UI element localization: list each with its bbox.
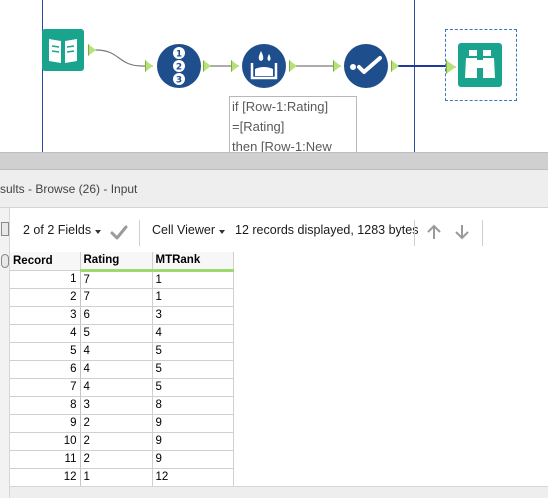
arrow-up-icon[interactable] [423, 221, 445, 243]
cell-mtrank[interactable]: 12 [152, 468, 234, 487]
checkmark-icon[interactable] [108, 221, 130, 243]
table-row[interactable]: 838 [10, 396, 234, 415]
cell-rating[interactable]: 2 [80, 414, 153, 433]
cell-record[interactable]: 10 [10, 432, 81, 451]
horizontal-scrollbar[interactable] [10, 486, 548, 498]
results-toolbar: 2 of 2 Fields Cell Viewer 12 records dis… [0, 208, 548, 254]
svg-text:1: 1 [176, 50, 182, 60]
table-row[interactable]: 645 [10, 360, 234, 379]
record-id-tool[interactable]: 1 2 3 [156, 43, 202, 89]
cell-rating[interactable]: 2 [80, 450, 153, 469]
table-row[interactable]: 545 [10, 342, 234, 361]
table-row[interactable]: 271 [10, 288, 234, 307]
cell-mtrank[interactable]: 9 [152, 414, 234, 433]
table-row[interactable]: 363 [10, 306, 234, 325]
table-row[interactable]: 10 2 9 [10, 432, 234, 451]
cell-rating[interactable]: 7 [80, 270, 153, 289]
cell-rating[interactable]: 1 [80, 468, 153, 487]
table-row[interactable]: 12 1 12 [10, 468, 234, 487]
multi-row-formula-icon [242, 44, 286, 88]
cell-mtrank[interactable]: 9 [152, 432, 234, 451]
table-row[interactable]: 454 [10, 324, 234, 343]
cell-mtrank[interactable]: 4 [152, 324, 234, 343]
annotation-line-3: then [Row-1:New [232, 139, 332, 152]
fields-dropdown-icon[interactable] [95, 230, 101, 234]
check-select-icon [344, 44, 388, 88]
records-status: 12 records displayed, 1283 bytes [235, 223, 419, 237]
cell-rating[interactable]: 6 [80, 306, 153, 325]
cell-record[interactable]: 8 [10, 396, 81, 415]
cell-rating[interactable]: 2 [80, 432, 153, 451]
cell-record[interactable]: 12 [10, 468, 81, 487]
cell-mtrank[interactable]: 9 [152, 450, 234, 469]
grid-body: 1 7 1 2 7 1 3 6 3 4 5 4 5 4 5 6 4 5 7 4 5 8 3 8 9 2 9 10 2 9 11 2 9 12 1 12 [10, 270, 234, 487]
results-side-strip [0, 208, 10, 498]
cell-mtrank[interactable]: 5 [152, 360, 234, 379]
pane-splitter[interactable] [0, 152, 548, 170]
cell-rating[interactable]: 7 [80, 288, 153, 307]
annotation-line-1: if [Row-1:Rating] [232, 99, 329, 114]
cell-record[interactable]: 4 [10, 324, 81, 343]
cell-viewer-selector[interactable]: Cell Viewer [152, 223, 215, 237]
cell-rating[interactable]: 3 [80, 396, 153, 415]
fields-selector[interactable]: 2 of 2 Fields [23, 223, 91, 237]
cell-record[interactable]: 2 [10, 288, 81, 307]
annotation-line-2: =[Rating] [232, 119, 285, 134]
side-refresh-icon[interactable] [1, 254, 9, 268]
cell-mtrank[interactable]: 5 [152, 342, 234, 361]
cell-record[interactable]: 7 [10, 378, 81, 397]
wire-input-to-recordid [95, 49, 152, 67]
table-row[interactable]: 929 [10, 414, 234, 433]
table-row[interactable]: 745 [10, 378, 234, 397]
cell-record[interactable]: 11 [10, 450, 81, 469]
results-title: sults - Browse (26) - Input [0, 182, 138, 196]
svg-text:3: 3 [176, 76, 182, 86]
multi-row-formula-tool[interactable] [241, 43, 287, 89]
book-input-icon [42, 29, 84, 71]
cell-record[interactable]: 5 [10, 342, 81, 361]
results-grid: Record Rating MTRank 1712713634545456457… [10, 252, 234, 487]
arrow-down-icon[interactable] [451, 221, 473, 243]
cell-viewer-dropdown-icon[interactable] [219, 230, 225, 234]
cell-record[interactable]: 6 [10, 360, 81, 379]
results-title-bar: sults - Browse (26) - Input [0, 170, 548, 208]
cell-rating[interactable]: 5 [80, 324, 153, 343]
toolbar-separator [139, 220, 140, 246]
column-header-mtrank[interactable]: MTRank [152, 252, 234, 272]
cell-record[interactable]: 3 [10, 306, 81, 325]
binoculars-icon [458, 43, 502, 87]
table-row[interactable]: 171 [10, 270, 234, 289]
cell-mtrank[interactable]: 3 [152, 306, 234, 325]
numbered-list-icon: 1 2 3 [157, 44, 201, 88]
toolbar-separator [414, 220, 415, 246]
cell-rating[interactable]: 4 [80, 378, 153, 397]
toolbar-separator [482, 220, 483, 246]
cell-record[interactable]: 1 [10, 270, 81, 289]
cell-rating[interactable]: 4 [80, 360, 153, 379]
formula-annotation: if [Row-1:Rating] =[Rating] then [Row-1:… [229, 96, 357, 152]
app-window: 1 2 3 if [Row-1:Rating] =[Rating] then [… [0, 0, 548, 498]
workflow-canvas[interactable]: 1 2 3 if [Row-1:Rating] =[Rating] then [… [0, 0, 548, 152]
column-header-rating[interactable]: Rating [80, 252, 153, 272]
side-table-icon[interactable] [1, 222, 9, 236]
cell-record[interactable]: 9 [10, 414, 81, 433]
select-tool[interactable] [343, 43, 389, 89]
cell-rating[interactable]: 4 [80, 342, 153, 361]
cell-mtrank[interactable]: 1 [152, 270, 234, 289]
table-row[interactable]: 11 2 9 [10, 450, 234, 469]
cell-mtrank[interactable]: 1 [152, 288, 234, 307]
column-header-record[interactable]: Record [10, 252, 81, 271]
svg-text:2: 2 [176, 63, 182, 73]
browse-tool[interactable] [457, 42, 503, 88]
input-tool[interactable] [40, 27, 86, 73]
grid-header-row: Record Rating MTRank [10, 252, 234, 272]
cell-mtrank[interactable]: 5 [152, 378, 234, 397]
cell-mtrank[interactable]: 8 [152, 396, 234, 415]
